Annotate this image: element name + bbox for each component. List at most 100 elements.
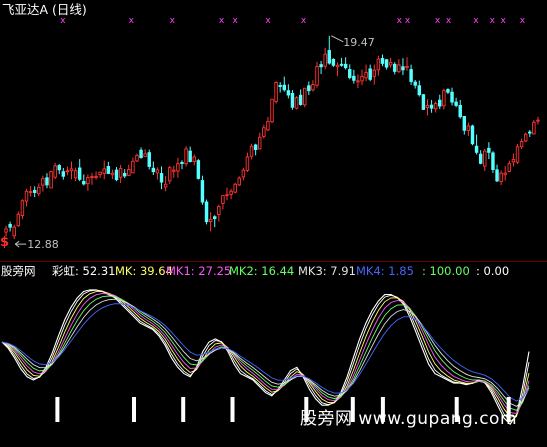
candle-76 <box>315 61 319 88</box>
candle-68 <box>282 76 287 92</box>
candle-14 <box>61 167 66 180</box>
candle-103 <box>425 99 430 116</box>
candle-30 <box>127 164 131 176</box>
candle-70 <box>290 90 295 110</box>
high-price-label: 19.47 <box>343 36 375 49</box>
signal-bar-2 <box>181 397 186 422</box>
candle-89 <box>368 64 372 82</box>
candle-90 <box>372 64 377 85</box>
indicator-line-6 <box>1 303 530 402</box>
indicator-value-mk3: MK3: 7.91 <box>298 264 356 278</box>
candle-77 <box>319 60 323 75</box>
candle-49 <box>204 199 209 225</box>
stock-chart-window: x x x x x x x x x x x x x x x 19.47 12.88 飞亚达A (日线) $ 股旁… <box>0 0 547 447</box>
price-pane[interactable]: x x x x x x x x x x x x x x x 19.47 12.88 飞亚达A (日线) $ <box>0 0 547 261</box>
signal-bar-3 <box>230 397 235 422</box>
candle-101 <box>417 80 422 97</box>
signal-mark-11: x <box>473 16 479 26</box>
candle-129 <box>532 119 536 135</box>
candle-115 <box>474 134 479 155</box>
candle-79 <box>327 35 332 65</box>
candle-36 <box>151 161 156 176</box>
candle-45 <box>188 146 192 163</box>
candle-24 <box>102 160 106 180</box>
candlestick-chart[interactable]: x x x x x x x x x x x x x x x19.4712.88 <box>0 0 547 261</box>
candle-16 <box>69 161 74 180</box>
candle-35 <box>147 149 151 170</box>
signal-mark-12: x <box>490 16 496 26</box>
candle-122 <box>503 165 507 181</box>
signal-mark-1: x <box>129 16 135 26</box>
candle-130 <box>536 116 540 125</box>
candle-64 <box>266 117 270 132</box>
candle-124 <box>511 153 516 167</box>
candle-67 <box>278 82 282 93</box>
candle-93 <box>384 59 389 70</box>
candle-33 <box>139 147 143 159</box>
indicator-value-lower: : 0.00 <box>476 264 510 278</box>
candle-92 <box>380 54 385 67</box>
candle-97 <box>401 58 405 76</box>
candle-58 <box>241 167 246 181</box>
candle-31 <box>131 157 135 174</box>
candle-43 <box>180 160 184 170</box>
candle-127 <box>523 132 528 143</box>
candle-110 <box>454 97 458 108</box>
candle-27 <box>114 167 119 182</box>
candle-9 <box>41 175 45 192</box>
signal-mark-0: x <box>60 16 66 26</box>
candle-15 <box>65 166 70 176</box>
candle-86 <box>356 74 360 88</box>
candle-100 <box>413 79 417 89</box>
candle-82 <box>339 57 344 67</box>
indicator-value-rainbow: 彩虹: 52.31 <box>52 264 116 278</box>
watermark: 股旁网 www.gupang.com <box>300 409 518 429</box>
high-arrow <box>331 35 344 43</box>
candle-71 <box>294 96 299 110</box>
candle-28 <box>118 164 123 183</box>
candle-47 <box>196 159 201 180</box>
candle-111 <box>458 99 462 119</box>
indicator-value-mk1: MK1: 27.25 <box>166 264 232 278</box>
signal-mark-13: x <box>501 16 507 26</box>
candle-39 <box>163 175 168 192</box>
candle-74 <box>307 81 311 95</box>
candle-51 <box>212 215 217 228</box>
candle-38 <box>159 166 164 190</box>
candle-121 <box>499 170 503 186</box>
candle-119 <box>491 151 495 173</box>
candle-106 <box>438 94 442 110</box>
candle-55 <box>229 188 233 200</box>
indicator-value-mk2: MK2: 16.44 <box>229 264 295 278</box>
signal-mark-4: x <box>233 16 239 26</box>
candle-2 <box>12 224 16 240</box>
candle-18 <box>77 159 82 182</box>
candle-117 <box>483 148 487 172</box>
low-price-label: 12.88 <box>27 238 59 251</box>
candle-107 <box>442 88 446 110</box>
candle-102 <box>421 94 426 111</box>
signal-bar-1 <box>132 397 136 422</box>
candle-63 <box>262 124 266 139</box>
candle-57 <box>237 176 241 187</box>
candle-109 <box>450 87 454 106</box>
candle-125 <box>515 144 520 164</box>
candle-34 <box>143 149 147 158</box>
candle-50 <box>208 212 213 232</box>
chart-title: 飞亚达A (日线) <box>2 2 87 17</box>
signal-mark-9: x <box>435 16 441 26</box>
candle-98 <box>405 57 409 71</box>
candle-62 <box>258 132 262 150</box>
signal-mark-7: x <box>397 16 403 26</box>
candle-105 <box>433 101 438 113</box>
candle-94 <box>388 57 393 68</box>
candle-32 <box>135 153 139 163</box>
candle-20 <box>86 174 90 191</box>
candle-73 <box>303 87 307 108</box>
signal-mark-8: x <box>405 16 411 26</box>
candle-72 <box>298 89 303 106</box>
candle-44 <box>184 146 188 167</box>
indicator-line-3 <box>1 292 530 414</box>
candle-126 <box>519 138 524 149</box>
candle-37 <box>155 167 160 180</box>
